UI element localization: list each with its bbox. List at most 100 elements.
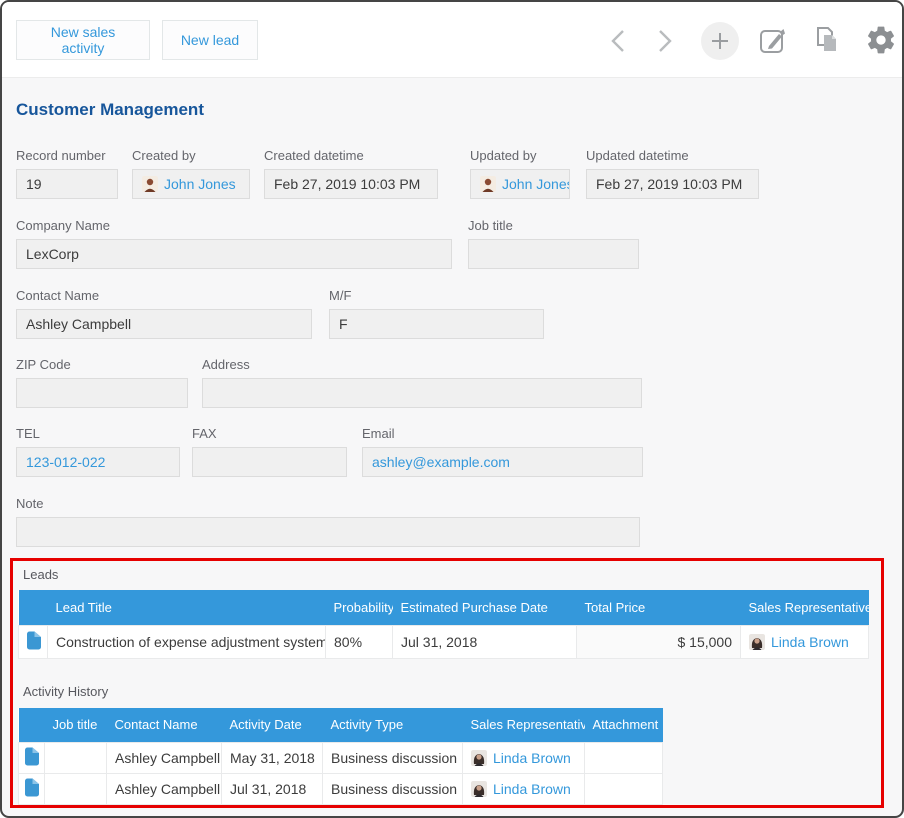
activity-history-row: Ashley Campbell May 31, 2018 Business di… [19,742,663,773]
updated-by-user-link[interactable]: John Jones [502,176,570,192]
ah-sales-representative-link[interactable]: Linda Brown [493,750,571,766]
next-record-button[interactable] [649,26,679,59]
ah-job-title-cell [45,773,107,804]
email-label: Email [362,426,643,441]
user-avatar-linda [471,781,487,797]
leads-header-lead-title: Lead Title [48,590,326,625]
created-datetime-label: Created datetime [264,148,438,163]
copy-pages-icon [812,43,842,58]
activity-history-header-row: Job title Contact Name Activity Date Act… [19,708,663,742]
activity-history-row: Ashley Campbell Jul 31, 2018 Business di… [19,773,663,804]
new-sales-activity-button[interactable]: New sales activity [16,20,150,60]
lead-probability-cell: 80% [326,625,393,658]
email-value: ashley@example.com [362,447,643,477]
app-window: New sales activity New lead [0,0,904,818]
ah-attachment-cell [585,773,663,804]
leads-header-total-price: Total Price [577,590,741,625]
plus-icon [701,22,739,60]
add-record-button[interactable] [701,22,739,60]
duplicate-record-button[interactable] [812,25,842,58]
email-link[interactable]: ashley@example.com [372,454,510,470]
field-fax: FAX [192,426,347,477]
contact-name-label: Contact Name [16,288,312,303]
leads-header-estimated-purchase-date: Estimated Purchase Date [393,590,577,625]
created-by-label: Created by [132,148,250,163]
job-title-value [468,239,639,269]
ah-header-job-title: Job title [45,708,107,742]
activity-history-section-label: Activity History [23,684,108,699]
field-tel: TEL 123-012-022 [16,426,180,477]
ah-header-icon [19,708,45,742]
fax-value [192,447,347,477]
address-label: Address [202,357,642,372]
leads-row: Construction of expense adjustment syste… [19,625,869,658]
document-icon [24,753,39,769]
edit-record-button[interactable] [756,24,788,59]
settings-button[interactable] [865,24,897,59]
ah-sales-representative-cell: Linda Brown [463,742,585,773]
updated-datetime-value: Feb 27, 2019 10:03 PM [586,169,759,199]
activity-history-table: Job title Contact Name Activity Date Act… [18,708,663,805]
page-title: Customer Management [16,100,204,120]
ah-sales-representative-link[interactable]: Linda Brown [493,781,571,797]
ah-activity-date-cell: May 31, 2018 [222,742,323,773]
field-created-datetime: Created datetime Feb 27, 2019 10:03 PM [264,148,438,199]
ah-activity-type-cell: Business discussion [323,742,463,773]
zip-code-value [16,378,188,408]
field-record-number: Record number 19 [16,148,118,199]
leads-section-label: Leads [23,567,58,582]
fax-label: FAX [192,426,347,441]
field-email: Email ashley@example.com [362,426,643,477]
activity-record-open-cell[interactable] [19,742,45,773]
updated-datetime-label: Updated datetime [586,148,759,163]
field-mf: M/F F [329,288,544,339]
record-number-value: 19 [16,169,118,199]
note-value [16,517,640,547]
leads-header-probability: Probability [326,590,393,625]
prev-record-button[interactable] [604,26,634,59]
user-avatar-linda [471,750,487,766]
mf-label: M/F [329,288,544,303]
contact-name-value: Ashley Campbell [16,309,312,339]
updated-by-value: John Jones [470,169,570,199]
user-avatar-john [480,176,496,192]
new-lead-button[interactable]: New lead [162,20,258,60]
created-datetime-value: Feb 27, 2019 10:03 PM [264,169,438,199]
created-by-user-link[interactable]: John Jones [164,176,236,192]
document-icon [26,637,41,653]
toolbar: New sales activity New lead [2,2,902,78]
document-icon [24,784,39,800]
created-by-value: John Jones [132,169,250,199]
field-address: Address [202,357,642,408]
address-value [202,378,642,408]
lead-record-open-cell[interactable] [19,625,48,658]
tel-value: 123-012-022 [16,447,180,477]
ah-activity-type-cell: Business discussion [323,773,463,804]
field-updated-by: Updated by John Jones [470,148,570,199]
lead-estimated-purchase-date-cell: Jul 31, 2018 [393,625,577,658]
leads-header-icon [19,590,48,625]
job-title-label: Job title [468,218,639,233]
ah-contact-name-cell: Ashley Campbell [107,742,222,773]
ah-contact-name-cell: Ashley Campbell [107,773,222,804]
field-note: Note [16,496,640,547]
ah-sales-representative-cell: Linda Brown [463,773,585,804]
lead-total-price-cell: $ 15,000 [577,625,741,658]
ah-attachment-cell [585,742,663,773]
gear-icon [865,44,897,59]
tel-link[interactable]: 123-012-022 [26,454,105,470]
note-label: Note [16,496,640,511]
activity-record-open-cell[interactable] [19,773,45,804]
zip-code-label: ZIP Code [16,357,188,372]
tel-label: TEL [16,426,180,441]
field-company-name: Company Name LexCorp [16,218,452,269]
edit-pencil-icon [756,44,788,59]
user-avatar-john [142,176,158,192]
mf-value: F [329,309,544,339]
company-name-value: LexCorp [16,239,452,269]
field-job-title: Job title [468,218,639,269]
field-updated-datetime: Updated datetime Feb 27, 2019 10:03 PM [586,148,759,199]
lead-sales-representative-link[interactable]: Linda Brown [771,634,849,650]
company-name-label: Company Name [16,218,452,233]
updated-by-label: Updated by [470,148,570,163]
